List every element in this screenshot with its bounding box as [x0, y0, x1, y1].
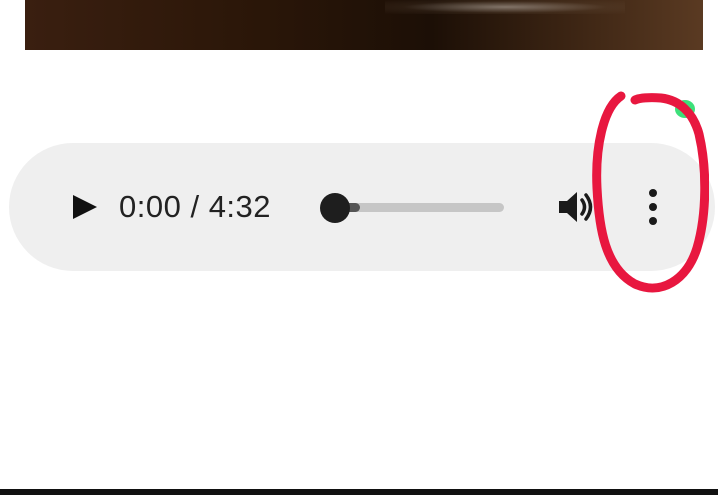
seek-thumb[interactable]: [320, 193, 350, 223]
play-button[interactable]: [59, 183, 103, 231]
audio-player: 0:00 / 4:32: [9, 143, 715, 271]
play-icon: [73, 195, 97, 219]
bottom-edge-bar: [0, 489, 718, 495]
thumbnail-highlight: [385, 0, 625, 14]
duration: 4:32: [208, 189, 272, 224]
volume-icon: [559, 192, 593, 222]
notification-dot: [675, 100, 695, 118]
more-options-button[interactable]: [637, 183, 669, 231]
time-separator: /: [181, 189, 209, 224]
seek-slider[interactable]: [314, 192, 504, 223]
time-display: 0:00 / 4:32: [119, 187, 271, 227]
current-time: 0:00: [119, 189, 182, 224]
video-thumbnail[interactable]: [25, 0, 703, 50]
volume-button[interactable]: [555, 187, 599, 227]
more-vert-icon: [649, 189, 657, 225]
